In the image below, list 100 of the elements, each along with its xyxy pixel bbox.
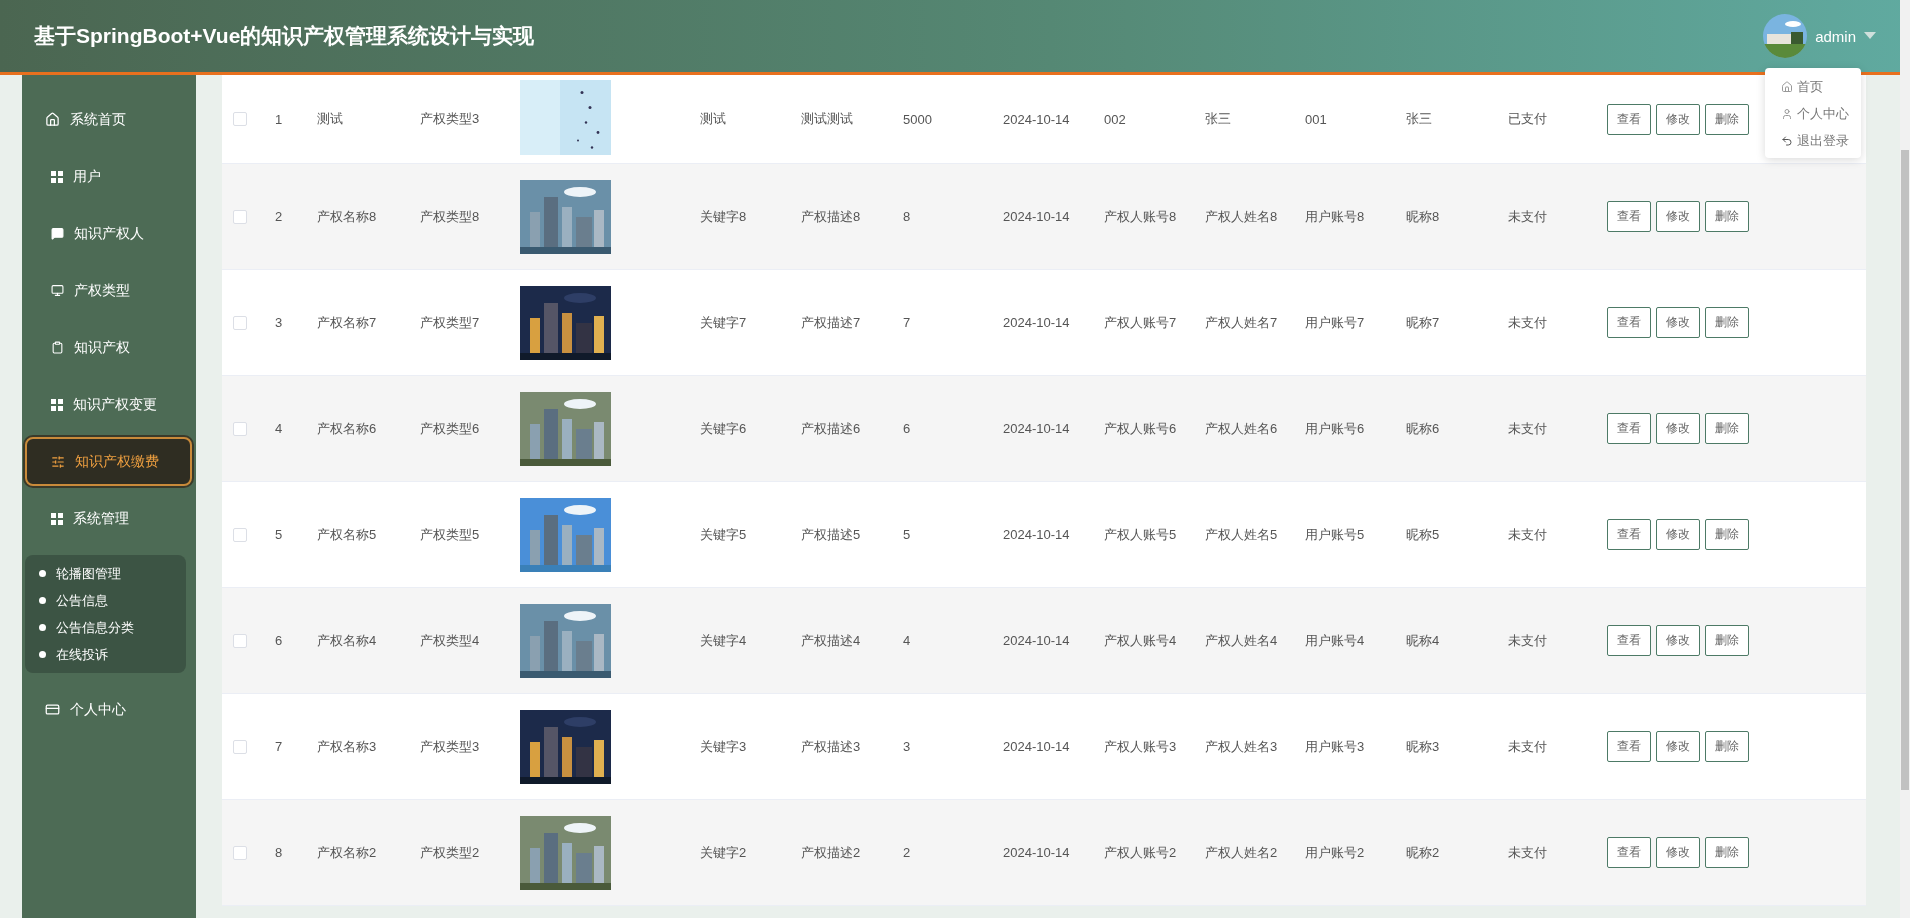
action-button[interactable]: 查看 xyxy=(1607,103,1651,135)
sidebar-item[interactable]: 知识产权人 xyxy=(25,209,192,258)
sidebar-label: 用户 xyxy=(73,167,101,186)
action-button[interactable]: 查看 xyxy=(1607,201,1651,232)
sidebar-item[interactable]: 用户 xyxy=(25,152,192,201)
table-cell-text: 未支付 xyxy=(1508,737,1548,756)
submenu-label: 公告信息分类 xyxy=(56,618,134,637)
table-cell-text: 产权名称2 xyxy=(317,843,378,862)
table-cell-text: 未支付 xyxy=(1508,313,1548,332)
action-button[interactable]: 查看 xyxy=(1607,519,1651,550)
monitor-icon xyxy=(51,284,64,297)
user-icon xyxy=(1781,108,1793,120)
action-button[interactable]: 删除 xyxy=(1705,625,1749,656)
row-checkbox[interactable] xyxy=(233,209,247,224)
submenu-label: 公告信息 xyxy=(56,591,108,610)
submenu-item[interactable]: 公告信息 xyxy=(39,590,186,611)
row-checkbox[interactable] xyxy=(233,112,247,126)
table-cell-text: 产权类型8 xyxy=(420,207,481,226)
action-button[interactable]: 修改 xyxy=(1656,731,1700,762)
table-cell-text: 关键字7 xyxy=(700,313,748,332)
action-button[interactable]: 删除 xyxy=(1705,103,1749,135)
action-button[interactable]: 修改 xyxy=(1656,103,1700,135)
table-cell-text: 张三 xyxy=(1406,110,1433,128)
table-cell-text: 002 xyxy=(1104,111,1127,127)
table-cell-text: 昵称5 xyxy=(1406,525,1441,544)
chat-icon xyxy=(51,227,64,240)
table-cell-text: 2024-10-14 xyxy=(1003,633,1071,648)
sidebar-item[interactable]: 知识产权变更 xyxy=(25,380,192,429)
sidebar-item[interactable]: 个人中心 xyxy=(25,685,192,734)
bullet-icon xyxy=(39,570,46,577)
table-cell-text: 产权描述8 xyxy=(801,207,862,226)
table-cell-text: 5 xyxy=(275,527,284,542)
table-cell-text: 未支付 xyxy=(1508,419,1548,438)
sidebar-label: 个人中心 xyxy=(70,700,126,719)
sidebar-item[interactable]: 知识产权 xyxy=(25,323,192,372)
sidebar-item[interactable]: 产权类型 xyxy=(25,266,192,315)
action-button[interactable]: 修改 xyxy=(1656,201,1700,232)
row-checkbox[interactable] xyxy=(233,633,247,648)
row-checkbox[interactable] xyxy=(233,315,247,330)
submenu-item[interactable]: 轮播图管理 xyxy=(39,563,186,584)
action-button[interactable]: 删除 xyxy=(1705,413,1749,444)
home-icon xyxy=(1781,81,1793,93)
row-checkbox[interactable] xyxy=(233,845,247,860)
sidebar-item[interactable]: 系统管理 xyxy=(25,494,192,543)
sidebar-item[interactable]: 系统首页 xyxy=(25,95,192,144)
table-cell-text: 4 xyxy=(903,633,912,648)
action-button[interactable]: 查看 xyxy=(1607,731,1651,762)
sidebar-item[interactable]: 知识产权缴费 xyxy=(25,437,192,486)
table-cell-text: 2 xyxy=(275,209,284,224)
dropdown-label: 个人中心 xyxy=(1797,105,1849,123)
table-cell-text: 产权人姓名5 xyxy=(1205,525,1279,544)
action-button[interactable]: 查看 xyxy=(1607,625,1651,656)
action-button[interactable]: 删除 xyxy=(1705,519,1749,550)
row-checkbox[interactable] xyxy=(233,739,247,754)
table-cell-text: 2024-10-14 xyxy=(1003,111,1071,127)
table-cell-text: 产权人姓名3 xyxy=(1205,737,1279,756)
action-button[interactable]: 修改 xyxy=(1656,519,1700,550)
table-cell-text: 昵称4 xyxy=(1406,631,1441,650)
table-cell-text: 产权人账号5 xyxy=(1104,525,1178,544)
table-cell-text: 用户账号4 xyxy=(1305,631,1366,650)
table-cell-text: 未支付 xyxy=(1508,843,1548,862)
row-checkbox[interactable] xyxy=(233,421,247,436)
table-cell-text: 2024-10-14 xyxy=(1003,739,1071,754)
action-button[interactable]: 修改 xyxy=(1656,307,1700,338)
table-cell-text: 产权类型6 xyxy=(420,419,481,438)
action-button[interactable]: 查看 xyxy=(1607,413,1651,444)
action-button[interactable]: 删除 xyxy=(1705,731,1749,762)
dropdown-item[interactable]: 首页 xyxy=(1765,76,1861,98)
sliders-icon xyxy=(51,454,65,469)
undo-icon xyxy=(1781,135,1793,147)
action-button[interactable]: 查看 xyxy=(1607,837,1651,868)
sidebar-label: 知识产权人 xyxy=(74,224,144,243)
dropdown-label: 退出登录 xyxy=(1797,132,1849,150)
table-cell-text: 关键字6 xyxy=(700,419,748,438)
table-cell-text: 昵称3 xyxy=(1406,737,1441,756)
action-button[interactable]: 删除 xyxy=(1705,307,1749,338)
action-button[interactable]: 修改 xyxy=(1656,413,1700,444)
table-cell-text: 产权类型4 xyxy=(420,631,481,650)
table-cell-text: 产权人账号7 xyxy=(1104,313,1178,332)
table-cell-text: 张三 xyxy=(1205,110,1232,128)
row-checkbox[interactable] xyxy=(233,527,247,542)
dropdown-item[interactable]: 个人中心 xyxy=(1765,103,1861,125)
bullet-icon xyxy=(39,624,46,631)
table-cell-text: 5 xyxy=(903,527,912,542)
action-button[interactable]: 删除 xyxy=(1705,837,1749,868)
table-cell-text: 产权人账号6 xyxy=(1104,419,1178,438)
table-cell-text: 昵称8 xyxy=(1406,207,1441,226)
clipboard-icon xyxy=(51,341,64,354)
scrollbar[interactable] xyxy=(1900,0,1910,918)
action-button[interactable]: 修改 xyxy=(1656,837,1700,868)
submenu-item[interactable]: 在线投诉 xyxy=(39,644,186,665)
submenu-item[interactable]: 公告信息分类 xyxy=(39,617,186,638)
table-cell-text: 产权名称8 xyxy=(317,207,378,226)
action-button[interactable]: 查看 xyxy=(1607,307,1651,338)
grid-icon xyxy=(51,512,63,525)
dropdown-item[interactable]: 退出登录 xyxy=(1765,130,1861,152)
table-cell-text: 关键字3 xyxy=(700,737,748,756)
grid-icon xyxy=(51,398,63,411)
action-button[interactable]: 修改 xyxy=(1656,625,1700,656)
action-button[interactable]: 删除 xyxy=(1705,201,1749,232)
